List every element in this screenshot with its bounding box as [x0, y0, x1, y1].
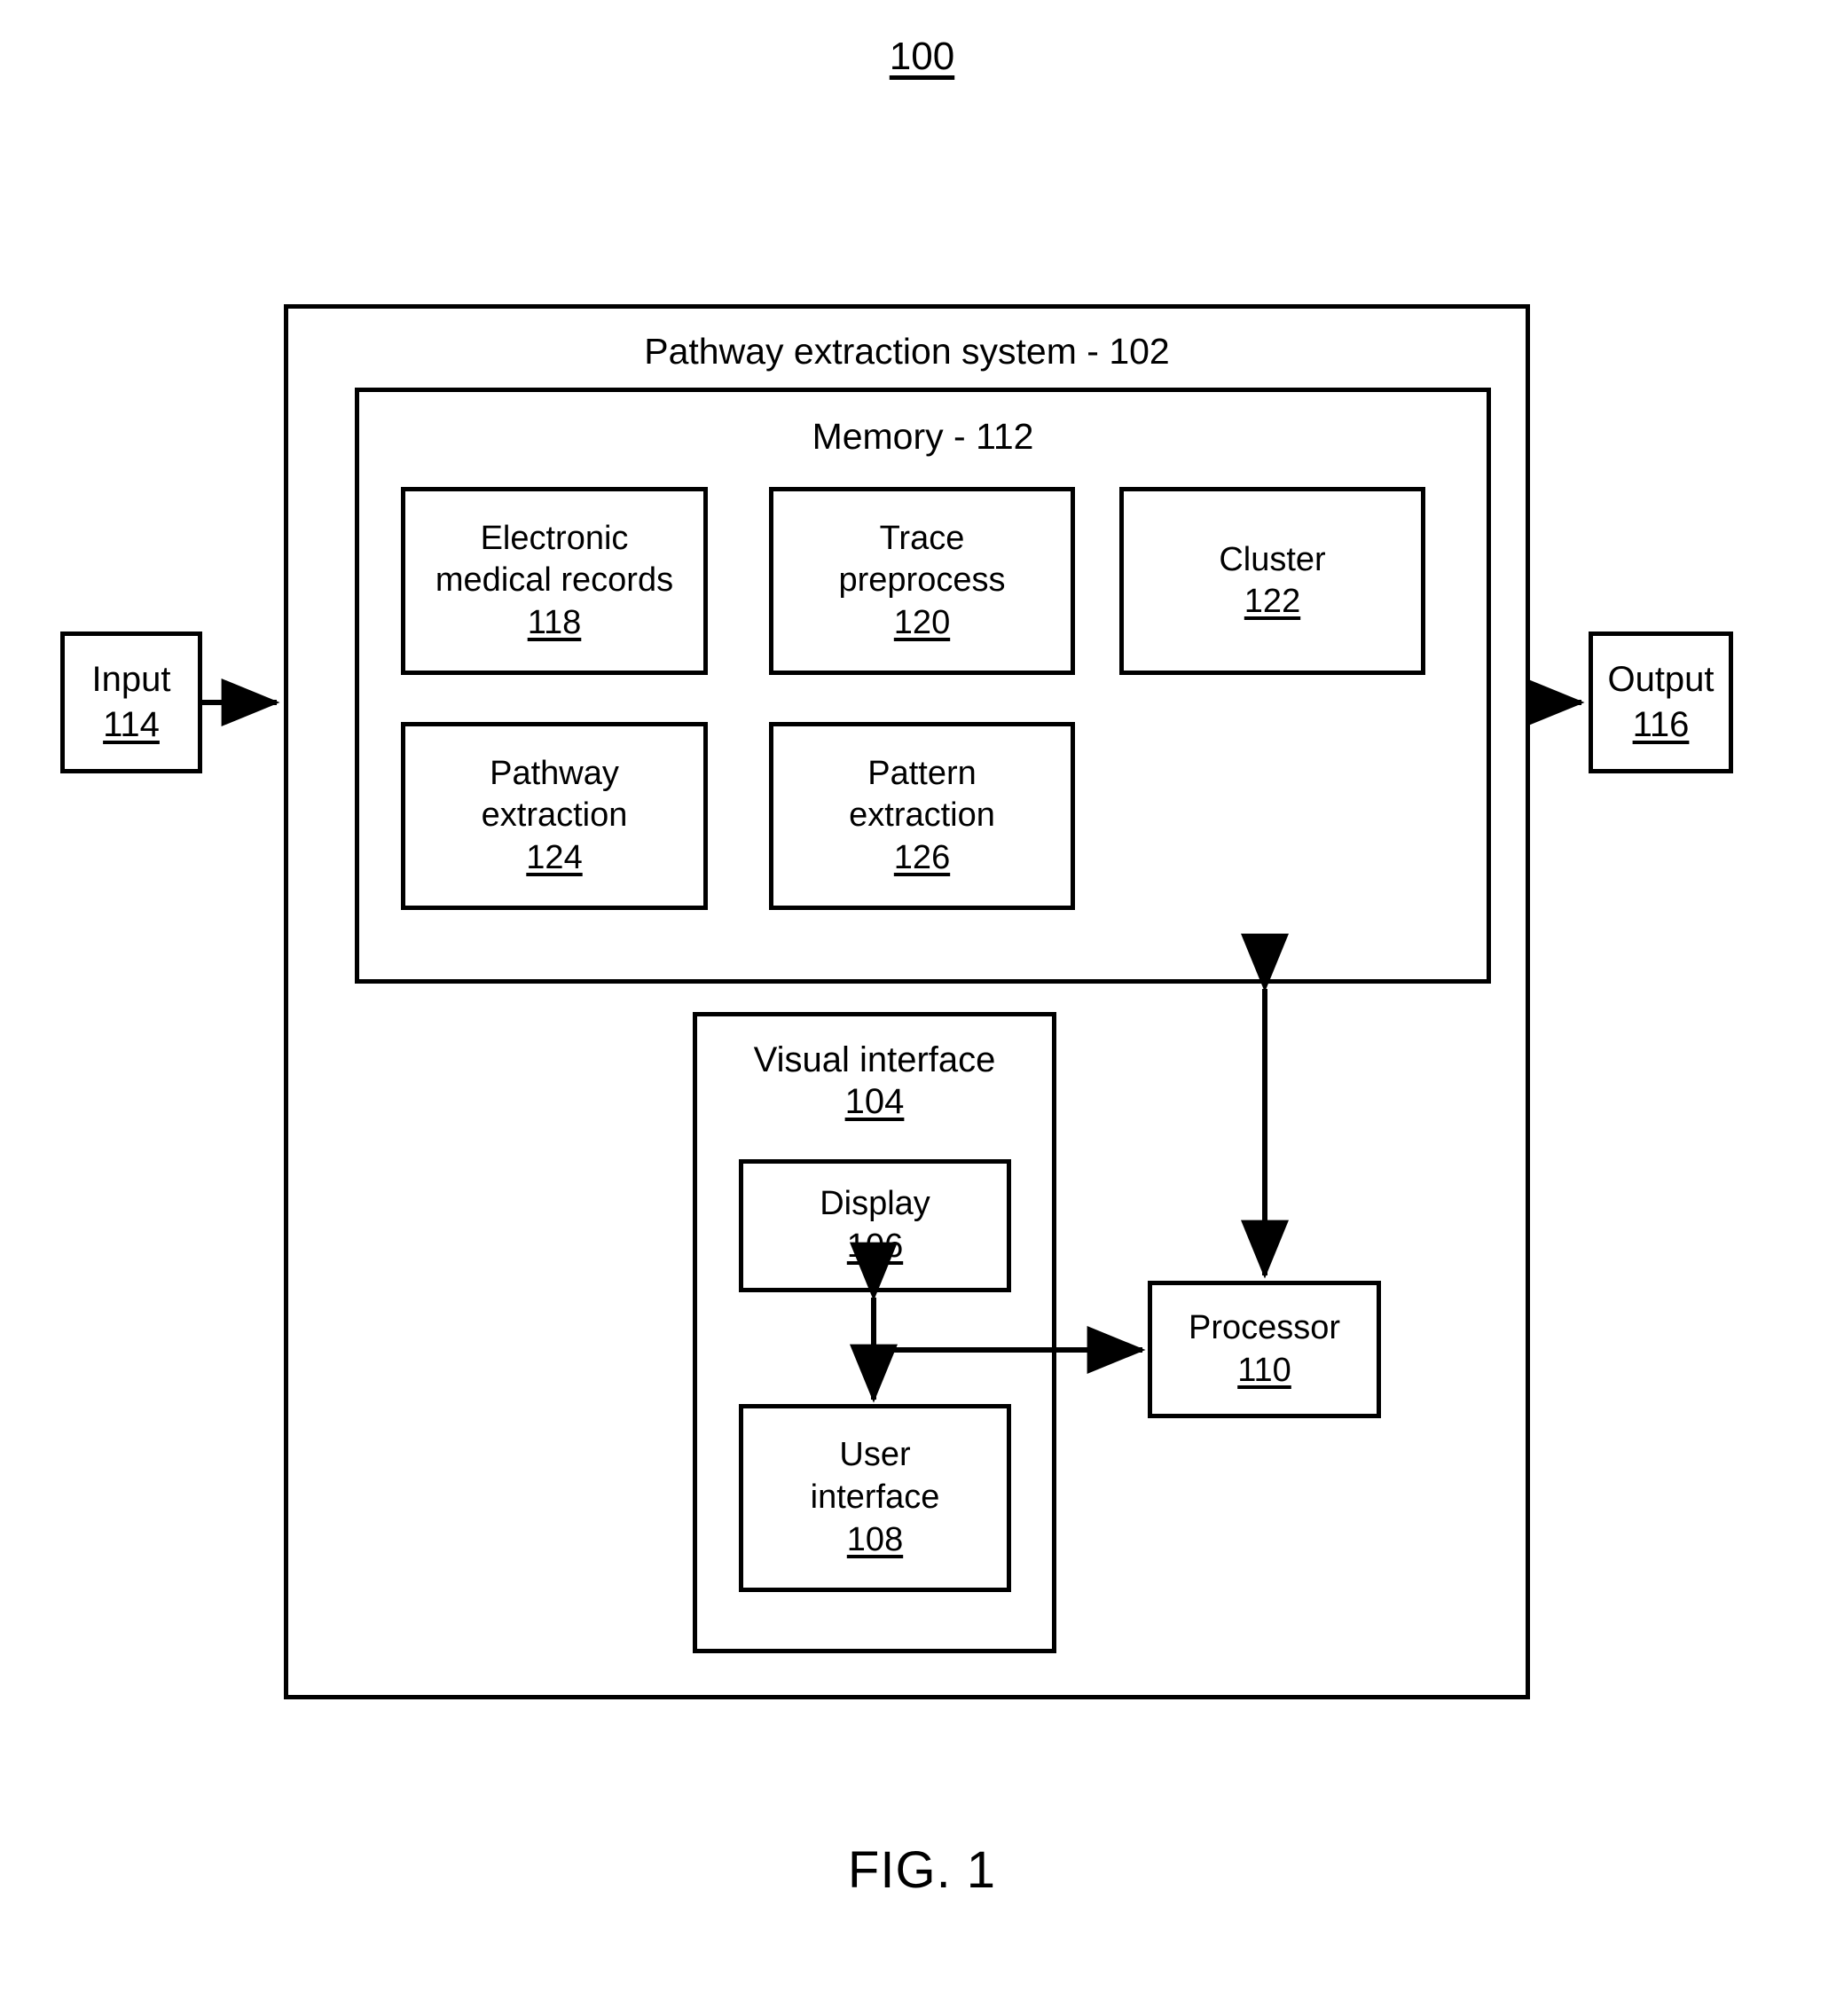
module-cluster: Cluster 122 — [1119, 487, 1425, 675]
user-interface-ref: 108 — [846, 1520, 904, 1558]
module-emr-line1: Electronic — [480, 520, 629, 558]
pathway-extraction-system-title: Pathway extraction system - 102 — [644, 331, 1170, 372]
module-pattern-ref: 126 — [893, 838, 951, 876]
output-ref: 116 — [1632, 705, 1690, 744]
module-pathway-ref: 124 — [526, 838, 583, 876]
display-ref: 106 — [846, 1228, 904, 1265]
user-interface-line1: User — [839, 1436, 911, 1474]
visual-interface-label: Visual interface — [753, 1040, 996, 1079]
module-electronic-medical-records: Electronic medical records 118 — [401, 487, 708, 675]
module-pathway-extraction: Pathway extraction 124 — [401, 722, 708, 910]
figure-canvas: 100 Pathway extraction system - 102 Memo… — [0, 0, 1844, 2016]
input-box: Input 114 — [60, 631, 202, 773]
input-ref: 114 — [103, 705, 160, 744]
user-interface-box: User interface 108 — [739, 1404, 1011, 1592]
module-trace-line2: preprocess — [838, 561, 1006, 600]
module-emr-line2: medical records — [435, 561, 674, 600]
figure-number: 100 — [0, 34, 1844, 80]
module-pathway-line1: Pathway — [490, 755, 619, 793]
figure-number-text: 100 — [889, 35, 955, 78]
user-interface-line2: interface — [810, 1479, 940, 1517]
module-trace-ref: 120 — [893, 603, 951, 641]
display-label: Display — [820, 1185, 930, 1223]
module-trace-line1: Trace — [879, 520, 965, 558]
input-label: Input — [91, 659, 171, 699]
output-box: Output 116 — [1589, 631, 1733, 773]
module-pattern-extraction: Pattern extraction 126 — [769, 722, 1075, 910]
processor-ref: 110 — [1237, 1351, 1291, 1389]
module-cluster-ref: 122 — [1244, 583, 1301, 620]
visual-interface-title: Visual interface 104 — [693, 1039, 1056, 1123]
display-box: Display 106 — [739, 1159, 1011, 1292]
module-pattern-line2: extraction — [849, 796, 995, 835]
visual-interface-ref: 104 — [844, 1082, 905, 1122]
module-emr-ref: 118 — [527, 603, 582, 641]
module-pattern-line1: Pattern — [867, 755, 977, 793]
module-pathway-line2: extraction — [481, 796, 628, 835]
memory-title: Memory - 112 — [812, 416, 1034, 457]
processor-label: Processor — [1188, 1308, 1341, 1346]
processor-box: Processor 110 — [1148, 1281, 1381, 1418]
module-trace-preprocess: Trace preprocess 120 — [769, 487, 1075, 675]
output-label: Output — [1607, 659, 1715, 699]
module-cluster-line1: Cluster — [1219, 540, 1326, 578]
figure-caption: FIG. 1 — [847, 1841, 997, 1899]
